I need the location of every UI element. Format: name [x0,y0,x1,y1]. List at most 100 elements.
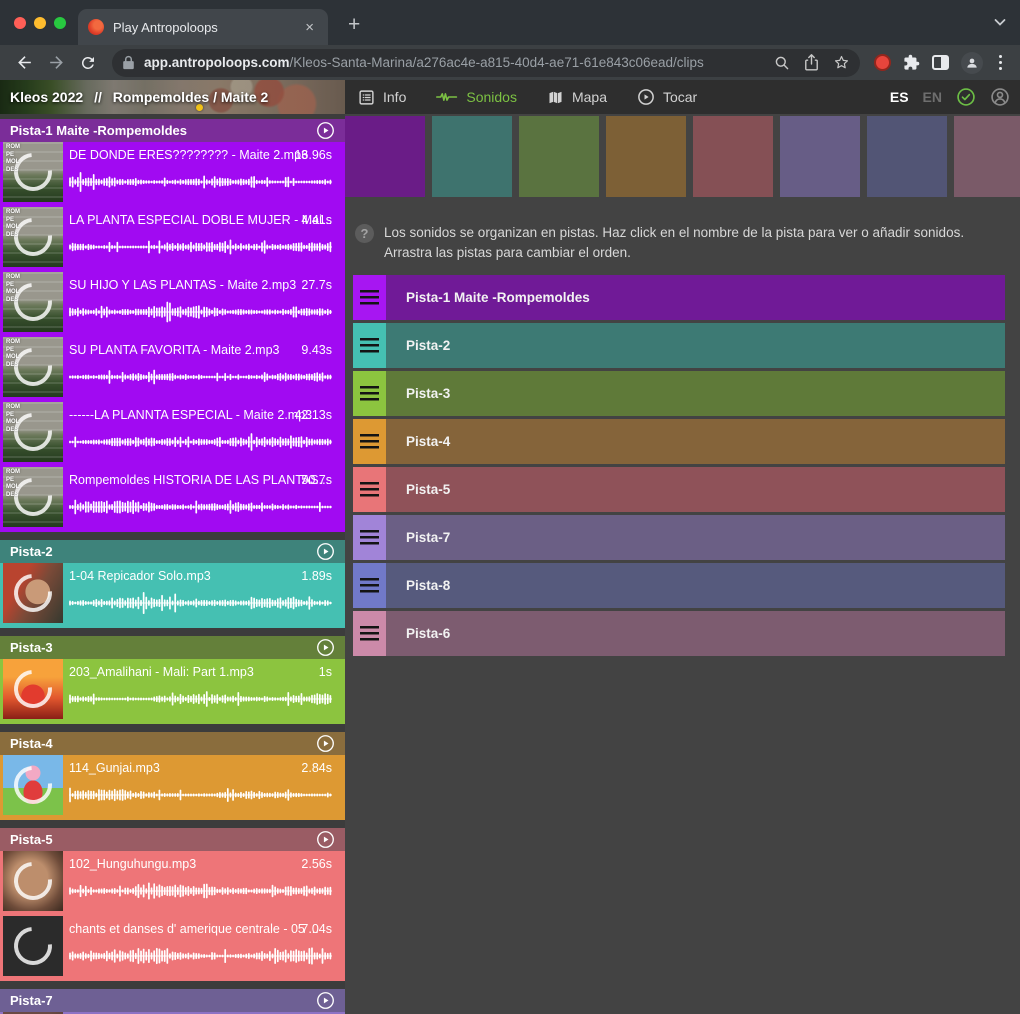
track-color-swatch[interactable] [432,116,512,197]
track-row[interactable]: Pista-5 [353,467,1005,512]
thumb-overlay-text: ROM PE MOL DES [6,209,26,239]
track-row[interactable]: Pista-2 [353,323,1005,368]
breadcrumb-project[interactable]: Kleos 2022 [10,89,83,105]
saved-check-icon[interactable] [956,87,976,107]
track-color-swatch[interactable] [519,116,599,197]
url-bar[interactable]: app.antropoloops.com/Kleos-Santa-Marina/… [112,49,860,77]
waveform[interactable] [69,495,332,519]
track-color-swatch[interactable] [345,116,425,197]
nav-tocar[interactable]: Tocar [637,88,697,106]
track-color-swatch[interactable] [606,116,686,197]
grip-icon [360,530,379,545]
drag-handle[interactable] [353,467,386,512]
track-color-swatch[interactable] [780,116,860,197]
track-header[interactable]: Pista-3 [0,636,345,659]
grip-icon [360,290,379,305]
drag-handle[interactable] [353,419,386,464]
track-color-swatch[interactable] [954,116,1020,197]
track-play-button[interactable] [316,830,335,849]
waveform[interactable] [69,879,332,903]
waveform[interactable] [69,430,332,454]
waveform[interactable] [69,783,332,807]
audio-clip[interactable]: 114_Gunjai.mp3 2.84s [0,755,345,820]
track-row[interactable]: Pista-3 [353,371,1005,416]
side-panel-icon[interactable] [932,55,949,70]
clip-thumbnail: ROM PE MOL DES [3,207,63,267]
clip-name: LA PLANTA ESPECIAL DOBLE MUJER - Mai... [69,213,332,227]
waveform[interactable] [69,365,332,389]
track-header[interactable]: Pista-4 [0,732,345,755]
extensions-puzzle-icon[interactable] [903,54,920,71]
track-row[interactable]: Pista-6 [353,611,1005,656]
clip-duration: 1.89s [301,569,332,583]
drag-handle[interactable] [353,275,386,320]
tab-search-chevron-icon[interactable] [992,14,1008,30]
audio-clip[interactable]: ROM PE MOL DES SU PLANTA FAVORITA - Mait… [0,337,345,402]
drag-handle[interactable] [353,563,386,608]
waveform[interactable] [69,170,332,194]
browser-tab[interactable]: Play Antropoloops × [78,9,328,45]
track-color-swatch[interactable] [693,116,773,197]
track-play-button[interactable] [316,638,335,657]
audio-clip[interactable]: ROM PE MOL DES SU HIJO Y LAS PLANTAS - M… [0,272,345,337]
share-icon[interactable] [804,54,819,71]
audio-clip[interactable]: 102_Hunguhungu.mp3 2.56s [0,851,345,916]
track-row[interactable]: Pista-7 [353,515,1005,560]
audio-clip[interactable]: 1-04 Repicador Solo.mp3 1.89s [0,563,345,628]
audio-clip[interactable]: 203_Amalihani - Mali: Part 1.mp3 1s [0,659,345,724]
audio-clip[interactable]: ROM PE MOL DES Rompemoldes HISTORIA DE L… [0,467,345,532]
record-extension-icon[interactable] [874,54,891,71]
tab-close-icon[interactable]: × [301,18,318,37]
track-play-button[interactable] [316,991,335,1010]
audio-clip[interactable]: chants et danses d' amerique centrale - … [0,916,345,981]
drag-handle[interactable] [353,371,386,416]
audio-clip[interactable]: ROM PE MOL DES DE DONDE ERES???????? - M… [0,142,345,207]
nav-info[interactable]: Info [358,89,406,106]
track-play-button[interactable] [316,121,335,140]
waveform[interactable] [69,300,332,324]
waveform[interactable] [69,944,332,968]
drag-handle[interactable] [353,323,386,368]
close-window-button[interactable] [14,17,26,29]
audio-clip[interactable]: ROM PE MOL DES LA PLANTA ESPECIAL DOBLE … [0,207,345,272]
forward-button[interactable] [42,49,70,77]
track-row[interactable]: Pista-1 Maite -Rompemoldes [353,275,1005,320]
track-row-label: Pista-5 [406,482,450,497]
lang-en-button[interactable]: EN [923,89,942,105]
browser-menu-icon[interactable] [995,55,1007,71]
nav-sonidos[interactable]: Sonidos [436,89,517,105]
drag-handle[interactable] [353,611,386,656]
nav-mapa[interactable]: Mapa [547,89,607,106]
sidebar-track-section: Pista-1 Maite -Rompemoldes ROM PE MOL DE… [0,119,345,532]
track-header[interactable]: Pista-7 [0,989,345,1012]
track-play-button[interactable] [316,734,335,753]
clip-thumbnail [3,563,63,623]
account-icon[interactable] [990,87,1010,107]
new-tab-button[interactable]: + [340,11,368,39]
maximize-window-button[interactable] [54,17,66,29]
track-row[interactable]: Pista-4 [353,419,1005,464]
track-row[interactable]: Pista-8 [353,563,1005,608]
back-button[interactable] [10,49,38,77]
waveform[interactable] [69,235,332,259]
minimize-window-button[interactable] [34,17,46,29]
waveform[interactable] [69,687,332,711]
profile-avatar[interactable] [961,52,983,74]
lang-es-button[interactable]: ES [890,89,909,105]
drag-handle[interactable] [353,515,386,560]
zoom-icon[interactable] [774,55,790,71]
clip-name: 1-04 Repicador Solo.mp3 [69,569,211,583]
grip-icon [360,578,379,593]
track-header[interactable]: Pista-2 [0,540,345,563]
map-photo-banner[interactable]: Kleos 2022 // Rompemoldes / Maite 2 [0,80,345,114]
track-header[interactable]: Pista-5 [0,828,345,851]
track-color-swatch[interactable] [867,116,947,197]
track-header[interactable]: Pista-1 Maite -Rompemoldes [0,119,345,142]
track-play-button[interactable] [316,542,335,561]
audio-clip[interactable]: ROM PE MOL DES ------LA PLANNTA ESPECIAL… [0,402,345,467]
reload-button[interactable] [74,49,102,77]
clip-thumbnail [3,851,63,911]
bookmark-star-icon[interactable] [833,54,850,71]
waveform[interactable] [69,591,332,615]
breadcrumb-section[interactable]: Rompemoldes / Maite 2 [113,89,269,105]
